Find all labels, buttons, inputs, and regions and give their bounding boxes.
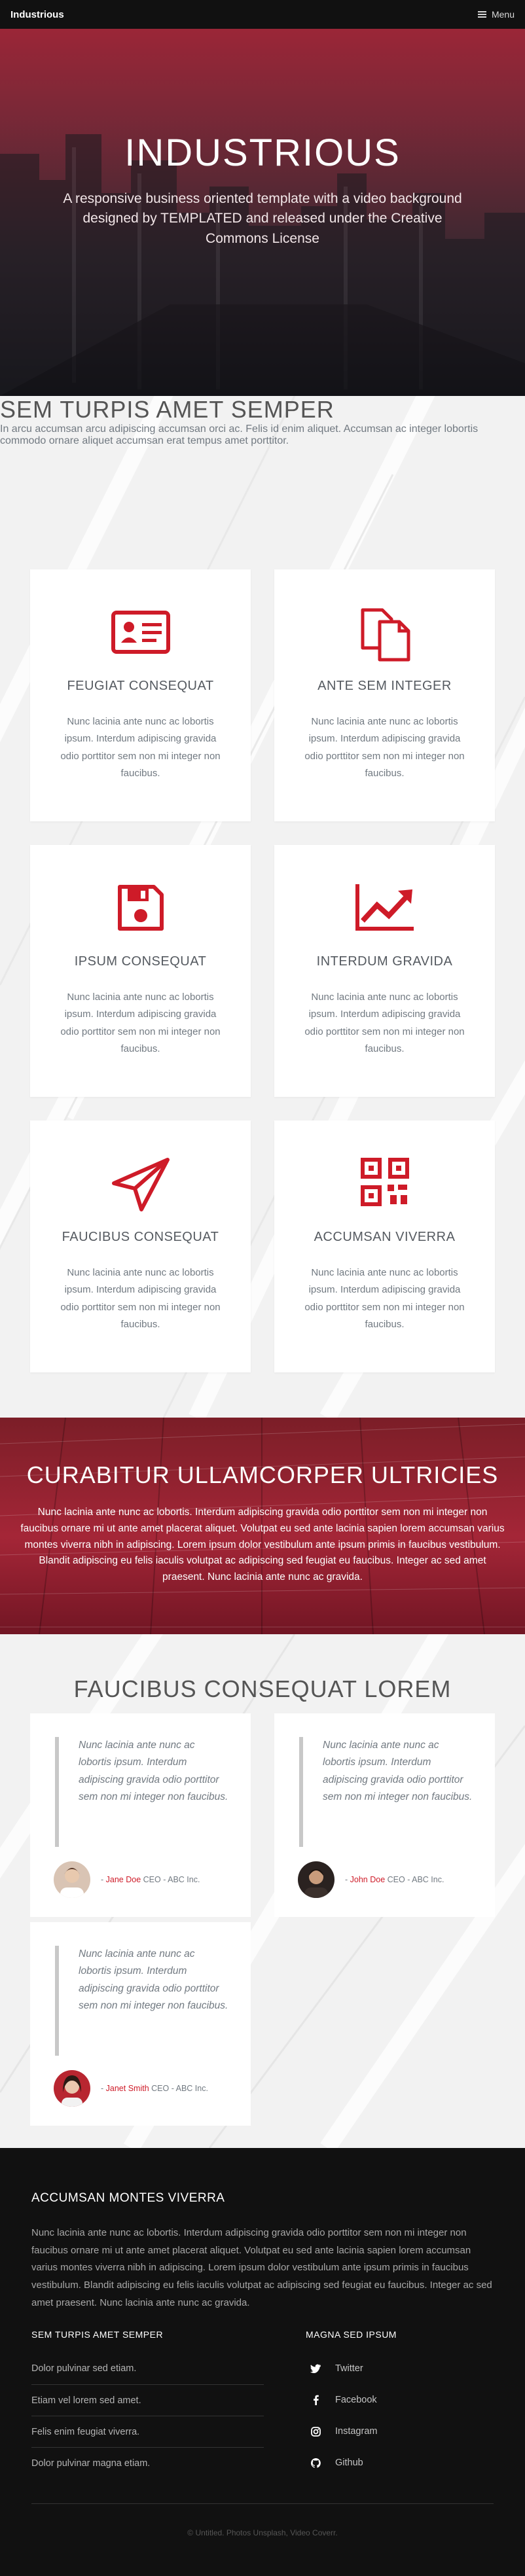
line-chart-icon: [355, 884, 414, 931]
author-name: Jane Doe: [105, 1875, 141, 1884]
hero-banner: INDUSTRIOUS A responsive business orient…: [0, 0, 525, 396]
feature-title: ACCUMSAN VIVERRA: [314, 1230, 456, 1244]
feature-card: FEUGIAT CONSEQUAT Nunc lacinia ante nunc…: [30, 569, 251, 821]
hero-title: INDUSTRIOUS: [124, 132, 401, 174]
feature-text: Nunc lacinia ante nunc ac lobortis ipsum…: [60, 716, 221, 779]
footer-text: Nunc lacinia ante nunc ac lobortis. Inte…: [31, 2227, 492, 2308]
site-logo[interactable]: Industrious: [10, 9, 64, 20]
feature-card: ANTE SEM INTEGER Nunc lacinia ante nunc …: [274, 569, 495, 821]
cta-section: CURABITUR ULLAMCORPER ULTRICIES Nunc lac…: [0, 1418, 525, 1634]
testimonial-author: - Janet Smith CEO - ABC Inc.: [54, 2070, 208, 2107]
social-link-facebook[interactable]: Facebook: [310, 2384, 377, 2416]
hamburger-icon: [477, 11, 486, 18]
testimonial-quote: Nunc lacinia ante nunc ac lobortis ipsum…: [323, 1740, 473, 1803]
footer-link[interactable]: Dolor pulvinar magna etiam.: [31, 2447, 264, 2478]
copyright-text: © Untitled. Photos Unsplash, Video Cover…: [187, 2528, 338, 2537]
footer-link[interactable]: Felis enim feugiat viverra.: [31, 2416, 264, 2447]
feature-title: ANTE SEM INTEGER: [317, 679, 452, 693]
feature-text: Nunc lacinia ante nunc ac lobortis ipsum…: [60, 1267, 221, 1330]
feature-card: ACCUMSAN VIVERRA Nunc lacinia ante nunc …: [274, 1120, 495, 1372]
testimonial-quote: Nunc lacinia ante nunc ac lobortis ipsum…: [79, 1740, 228, 1803]
testimonial-card: Nunc lacinia ante nunc ac lobortis ipsum…: [274, 1713, 495, 1917]
twitter-icon: [310, 2363, 321, 2374]
avatar: [54, 1861, 90, 1898]
feature-title: FEUGIAT CONSEQUAT: [67, 679, 214, 693]
testimonials-section: FAUCIBUS CONSEQUAT LOREM Nunc lacinia an…: [0, 1634, 525, 2148]
quote-bar: [299, 1737, 303, 1847]
feature-card: FAUCIBUS CONSEQUAT Nunc lacinia ante nun…: [30, 1120, 251, 1372]
social-links: Twitter Facebook Instagram Github: [310, 2353, 377, 2478]
cta-title: CURABITUR ULLAMCORPER ULTRICIES: [26, 1461, 499, 1488]
hero-subtitle: A responsive business oriented template …: [63, 191, 462, 246]
floppy-disk-icon: [117, 885, 164, 931]
menu-label: Menu: [491, 9, 515, 20]
avatar: [54, 2070, 90, 2107]
menu-button[interactable]: Menu: [477, 9, 515, 20]
testimonials-title: FAUCIBUS CONSEQUAT LOREM: [73, 1675, 452, 1702]
social-link-instagram[interactable]: Instagram: [310, 2416, 377, 2447]
github-icon: [310, 2458, 321, 2468]
testimonial-card: Nunc lacinia ante nunc ac lobortis ipsum…: [30, 1713, 251, 1917]
feature-text: Nunc lacinia ante nunc ac lobortis ipsum…: [304, 716, 465, 779]
testimonial-quote: Nunc lacinia ante nunc ac lobortis ipsum…: [79, 1948, 228, 2012]
feature-card: INTERDUM GRAVIDA Nunc lacinia ante nunc …: [274, 845, 495, 1097]
footer-links: Dolor pulvinar sed etiam. Etiam vel lore…: [31, 2353, 264, 2478]
feature-title: IPSUM CONSEQUAT: [74, 954, 207, 969]
paper-plane-icon: [111, 1158, 170, 1211]
hero-content: INDUSTRIOUS A responsive business orient…: [52, 131, 473, 249]
footer-link[interactable]: Dolor pulvinar sed etiam.: [31, 2353, 264, 2384]
cta-text: Nunc lacinia ante nunc ac lobortis. Inte…: [20, 1507, 505, 1583]
features-content: SEM TURPIS AMET SEMPER In arcu accumsan …: [0, 396, 525, 1418]
author-name: Janet Smith: [105, 2084, 149, 2093]
avatar: [298, 1861, 335, 1898]
feature-card: IPSUM CONSEQUAT Nunc lacinia ante nunc a…: [30, 845, 251, 1097]
author-name: John Doe: [350, 1875, 386, 1884]
footer-social-title: MAGNA SED IPSUM: [306, 2329, 397, 2340]
footer-divider: [31, 2503, 494, 2504]
feature-text: Nunc lacinia ante nunc ac lobortis ipsum…: [304, 992, 465, 1054]
social-link-github[interactable]: Github: [310, 2447, 377, 2478]
qr-code-icon: [360, 1158, 409, 1206]
features-title: SEM TURPIS AMET SEMPER: [0, 396, 335, 423]
testimonial-card: Nunc lacinia ante nunc ac lobortis ipsum…: [30, 1922, 251, 2126]
footer-links-title: SEM TURPIS AMET SEMPER: [31, 2329, 164, 2340]
feature-title: FAUCIBUS CONSEQUAT: [62, 1230, 219, 1244]
quote-bar: [55, 1737, 59, 1847]
feature-text: Nunc lacinia ante nunc ac lobortis ipsum…: [304, 1267, 465, 1330]
facebook-icon: [310, 2395, 321, 2405]
instagram-icon: [310, 2426, 321, 2437]
testimonial-author: - John Doe CEO - ABC Inc.: [298, 1861, 444, 1898]
copy-documents-icon: [361, 608, 410, 662]
site-header: Industrious Menu: [0, 0, 525, 29]
testimonial-author: - Jane Doe CEO - ABC Inc.: [54, 1861, 200, 1898]
footer-link[interactable]: Etiam vel lorem sed amet.: [31, 2384, 264, 2416]
footer-title: ACCUMSAN MONTES VIVERRA: [31, 2191, 225, 2205]
feature-title: INTERDUM GRAVIDA: [316, 954, 453, 969]
social-link-twitter[interactable]: Twitter: [310, 2353, 377, 2384]
id-card-icon: [111, 611, 170, 654]
site-footer: ACCUMSAN MONTES VIVERRA Nunc lacinia ant…: [0, 2148, 525, 2576]
quote-bar: [55, 1946, 59, 2056]
feature-text: Nunc lacinia ante nunc ac lobortis ipsum…: [60, 992, 221, 1054]
features-intro: In arcu accumsan arcu adipiscing accumsa…: [0, 423, 479, 446]
